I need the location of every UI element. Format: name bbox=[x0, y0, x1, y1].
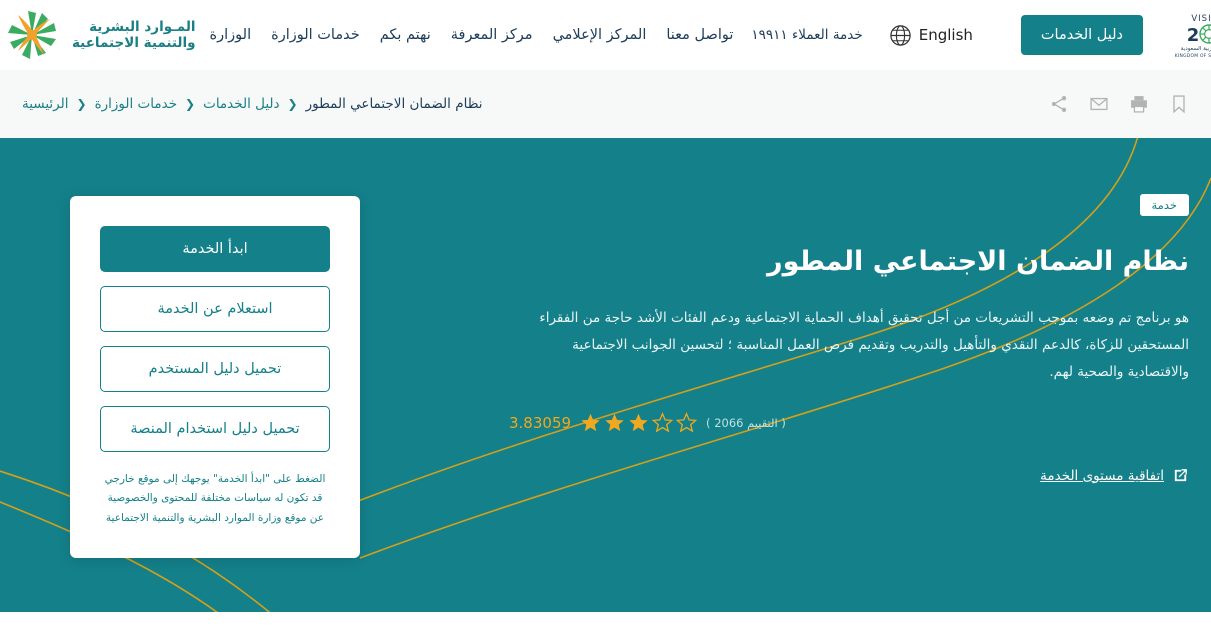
services-guide-button[interactable]: دليل الخدمات bbox=[1020, 15, 1143, 55]
hero-section: خدمة نظام الضمان الاجتماعي المطور هو برن… bbox=[0, 138, 1211, 612]
service-description: هو برنامج تم وضعه بموجب التشريعات من أجل… bbox=[539, 310, 1189, 381]
download-user-guide-button[interactable]: تحميل دليل المستخدم bbox=[100, 346, 330, 392]
ministry-logo-icon bbox=[8, 11, 56, 59]
breadcrumb-item-services-guide[interactable]: دليل الخدمات bbox=[203, 96, 279, 112]
bookmark-icon[interactable] bbox=[1169, 94, 1189, 114]
breadcrumb-item-home[interactable]: الرئيسية bbox=[22, 96, 69, 112]
breadcrumb-item-ministry-services[interactable]: خدمات الوزارة bbox=[95, 96, 177, 112]
ministry-brand[interactable]: المـوارد البشرية والتنمية الاجتماعية bbox=[0, 9, 196, 61]
nav-item-contact-us[interactable]: تواصل معنا bbox=[666, 27, 733, 43]
external-link-icon bbox=[1174, 469, 1187, 482]
main-navigation: الوزارة خدمات الوزارة نهتم بكم مركز المع… bbox=[210, 27, 734, 43]
external-site-disclaimer: الضغط على "ابدأ الخدمة" يوجهك إلى موقع خ… bbox=[104, 473, 326, 524]
start-service-button[interactable]: ابدأ الخدمة bbox=[100, 226, 330, 272]
svg-text:2: 2 bbox=[1187, 25, 1200, 46]
svg-text:VISION: VISION bbox=[1191, 14, 1211, 24]
service-rating: 3.83059 (التقييم 2066) bbox=[509, 412, 1189, 433]
site-header: المـوارد البشرية والتنمية الاجتماعية الو… bbox=[0, 0, 1211, 70]
nav-item-media-center[interactable]: المركز الإعلامي bbox=[553, 27, 647, 43]
star-filled-icon[interactable] bbox=[580, 412, 601, 433]
page-root: المـوارد البشرية والتنمية الاجتماعية الو… bbox=[0, 0, 1211, 639]
star-filled-icon[interactable] bbox=[604, 412, 625, 433]
svg-text:KINGDOM OF SAUDI ARABIA: KINGDOM OF SAUDI ARABIA bbox=[1175, 53, 1211, 59]
hero-content: خدمة نظام الضمان الاجتماعي المطور هو برن… bbox=[509, 194, 1189, 488]
page-title: نظام الضمان الاجتماعي المطور bbox=[767, 246, 1189, 277]
breadcrumb-bar: الرئيسية ❮ خدمات الوزارة ❮ دليل الخدمات … bbox=[0, 70, 1211, 138]
rating-count: ( التقييم 2066 ) bbox=[706, 415, 786, 430]
star-filled-icon[interactable] bbox=[628, 412, 649, 433]
brand-line-1: المـوارد البشرية bbox=[89, 18, 196, 35]
breadcrumb-separator-icon: ❮ bbox=[76, 97, 87, 111]
star-empty-icon[interactable] bbox=[652, 412, 674, 433]
breadcrumb-separator-icon: ❮ bbox=[185, 97, 196, 111]
svg-text:المملكة العربية السعودية: المملكة العربية السعودية bbox=[1181, 45, 1211, 52]
rating-stars[interactable] bbox=[580, 412, 698, 433]
share-icon[interactable] bbox=[1049, 94, 1069, 114]
status-badge: خدمة bbox=[1139, 194, 1189, 216]
vision-2030-logo: VISION رؤية 2 30 المملكة العربية السعودي… bbox=[1175, 14, 1211, 59]
brand-line-2: والتنمية الاجتماعية bbox=[72, 35, 196, 51]
service-actions-card: ابدأ الخدمة استعلام عن الخدمة تحميل دليل… bbox=[70, 196, 360, 559]
star-empty-icon[interactable] bbox=[676, 412, 698, 433]
language-switcher[interactable]: English bbox=[889, 24, 973, 47]
nav-item-we-care[interactable]: نهتم بكم bbox=[380, 27, 431, 43]
ministry-brand-text: المـوارد البشرية والتنمية الاجتماعية bbox=[72, 19, 196, 52]
language-label: English bbox=[918, 26, 973, 44]
breadcrumb-separator-icon: ❮ bbox=[287, 97, 298, 111]
page-tools bbox=[1049, 94, 1189, 114]
nav-item-knowledge-center[interactable]: مركز المعرفة bbox=[451, 27, 533, 43]
breadcrumb: الرئيسية ❮ خدمات الوزارة ❮ دليل الخدمات … bbox=[22, 96, 483, 112]
email-icon[interactable] bbox=[1089, 94, 1109, 114]
customer-service-link[interactable]: خدمة العملاء ١٩٩١١ bbox=[751, 27, 862, 43]
globe-icon bbox=[890, 24, 911, 46]
print-icon[interactable] bbox=[1129, 94, 1149, 114]
download-platform-guide-button[interactable]: تحميل دليل استخدام المنصة bbox=[100, 406, 330, 452]
service-level-agreement-link[interactable]: اتفاقية مستوى الخدمة bbox=[1040, 467, 1189, 484]
rating-value: 3.83059 bbox=[509, 413, 572, 432]
nav-item-ministry[interactable]: الوزارة bbox=[210, 27, 252, 43]
breadcrumb-item-current: نظام الضمان الاجتماعي المطور bbox=[305, 96, 483, 112]
sla-label: اتفاقية مستوى الخدمة bbox=[1040, 467, 1164, 484]
service-inquiry-button[interactable]: استعلام عن الخدمة bbox=[100, 286, 330, 332]
nav-item-ministry-services[interactable]: خدمات الوزارة bbox=[271, 27, 360, 43]
